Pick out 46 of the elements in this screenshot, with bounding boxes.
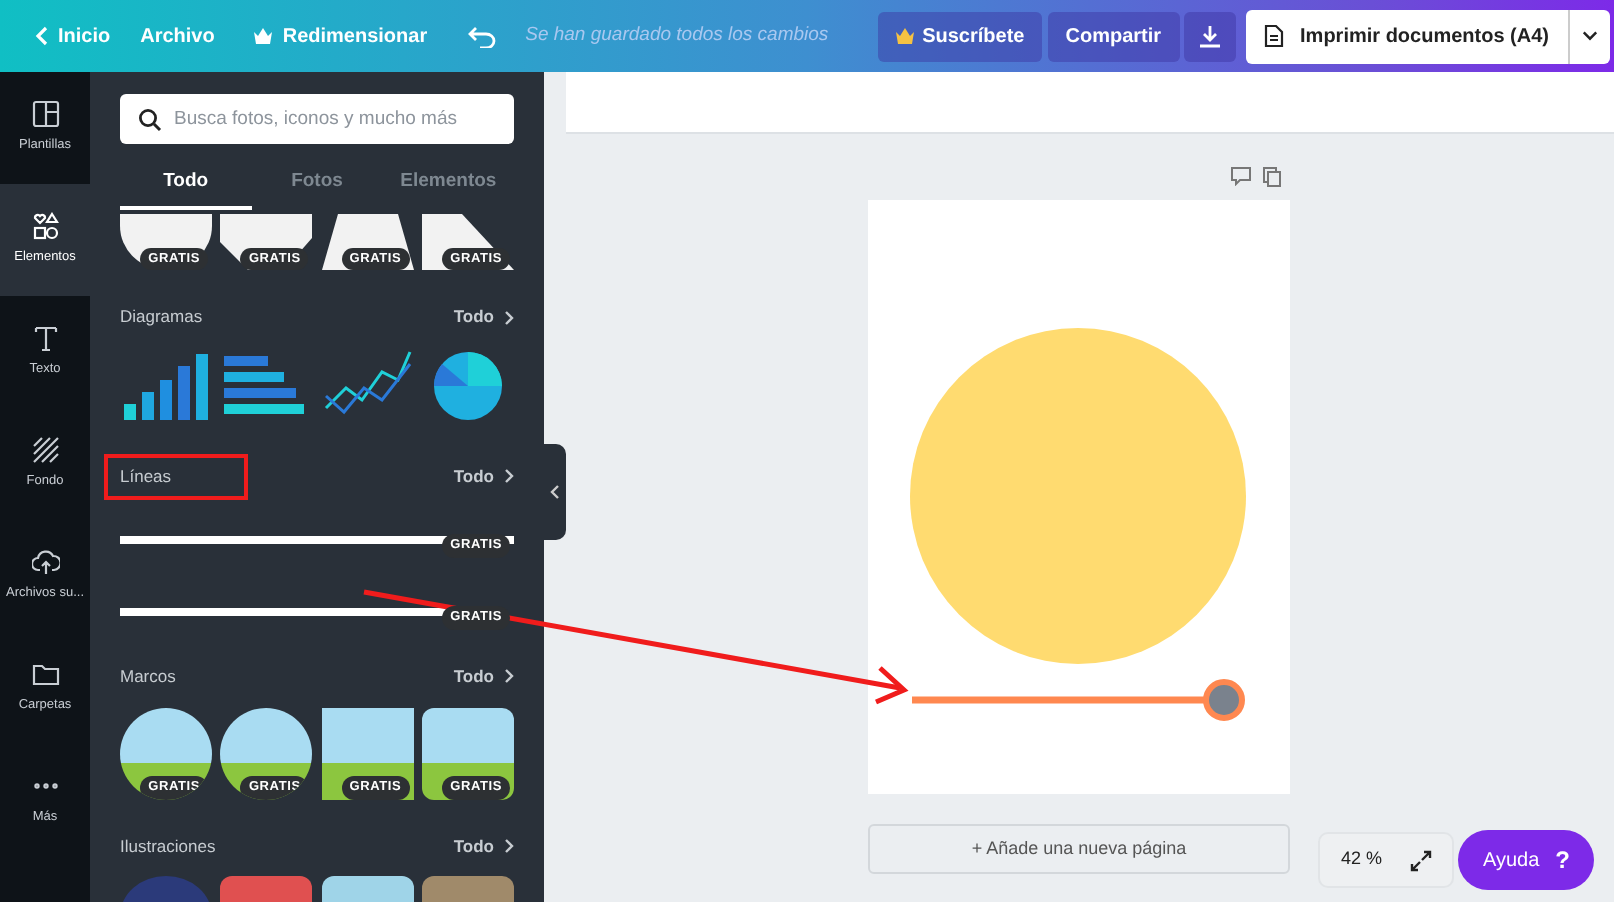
search-icon [138,108,162,132]
add-page-button[interactable]: + Añade una nueva página [868,824,1290,874]
section-title: Ilustraciones [120,833,216,859]
cloud-upload-icon [31,548,59,577]
subscribe-button[interactable]: Suscríbete [878,11,1043,61]
copy-icon[interactable] [1262,166,1282,188]
chevron-right-icon [504,468,514,485]
tab[interactable]: Elementos [382,168,515,211]
section-title: Marcos [120,663,176,689]
see-all-link[interactable]: Todo [453,464,514,490]
download-icon [1198,24,1223,48]
section-title: Líneas [108,458,244,496]
hatch-icon [31,436,59,465]
dropdown-button[interactable] [1567,9,1609,63]
chevron-left-icon [34,26,48,46]
print-button[interactable]: Imprimir documentos (A4) [1246,9,1567,63]
help-button[interactable]: Ayuda ? [1458,830,1594,890]
share-button[interactable]: Compartir [1047,11,1180,61]
fullscreen-icon[interactable] [1409,849,1432,871]
text-icon [31,324,59,353]
bar-chart-drawing[interactable] [120,348,212,424]
zoom-control[interactable]: 42 % [1318,832,1454,888]
chevron-left-icon [550,484,560,500]
undo-icon[interactable] [467,25,496,47]
zoom-level: 42 % [1340,846,1382,873]
folder-icon [31,660,59,689]
see-all-link[interactable]: Todo [453,833,514,859]
tab[interactable]: Todo [120,168,252,211]
collapse-tab[interactable] [544,444,566,540]
chevron-right-icon [504,837,514,854]
section-title: Diagramas [120,304,203,330]
chevron-right-icon [504,668,514,685]
search-field[interactable]: Busca fotos, iconos y mucho más [120,94,514,144]
see-all-link[interactable]: Todo [453,663,514,689]
crown-icon [896,28,915,44]
tab[interactable]: Fotos [251,168,383,211]
layout-icon [31,100,59,129]
download-button[interactable] [1184,11,1237,61]
save-status: Se han guardado todos los cambios [525,21,829,50]
chevron-right-icon [504,309,514,326]
see-all-link[interactable]: Todo [453,304,514,330]
document-icon [1264,24,1285,48]
shapes-icon [31,212,59,241]
crown-icon [254,28,273,44]
comment-icon[interactable] [1230,166,1252,186]
caret-icon [1581,30,1597,42]
